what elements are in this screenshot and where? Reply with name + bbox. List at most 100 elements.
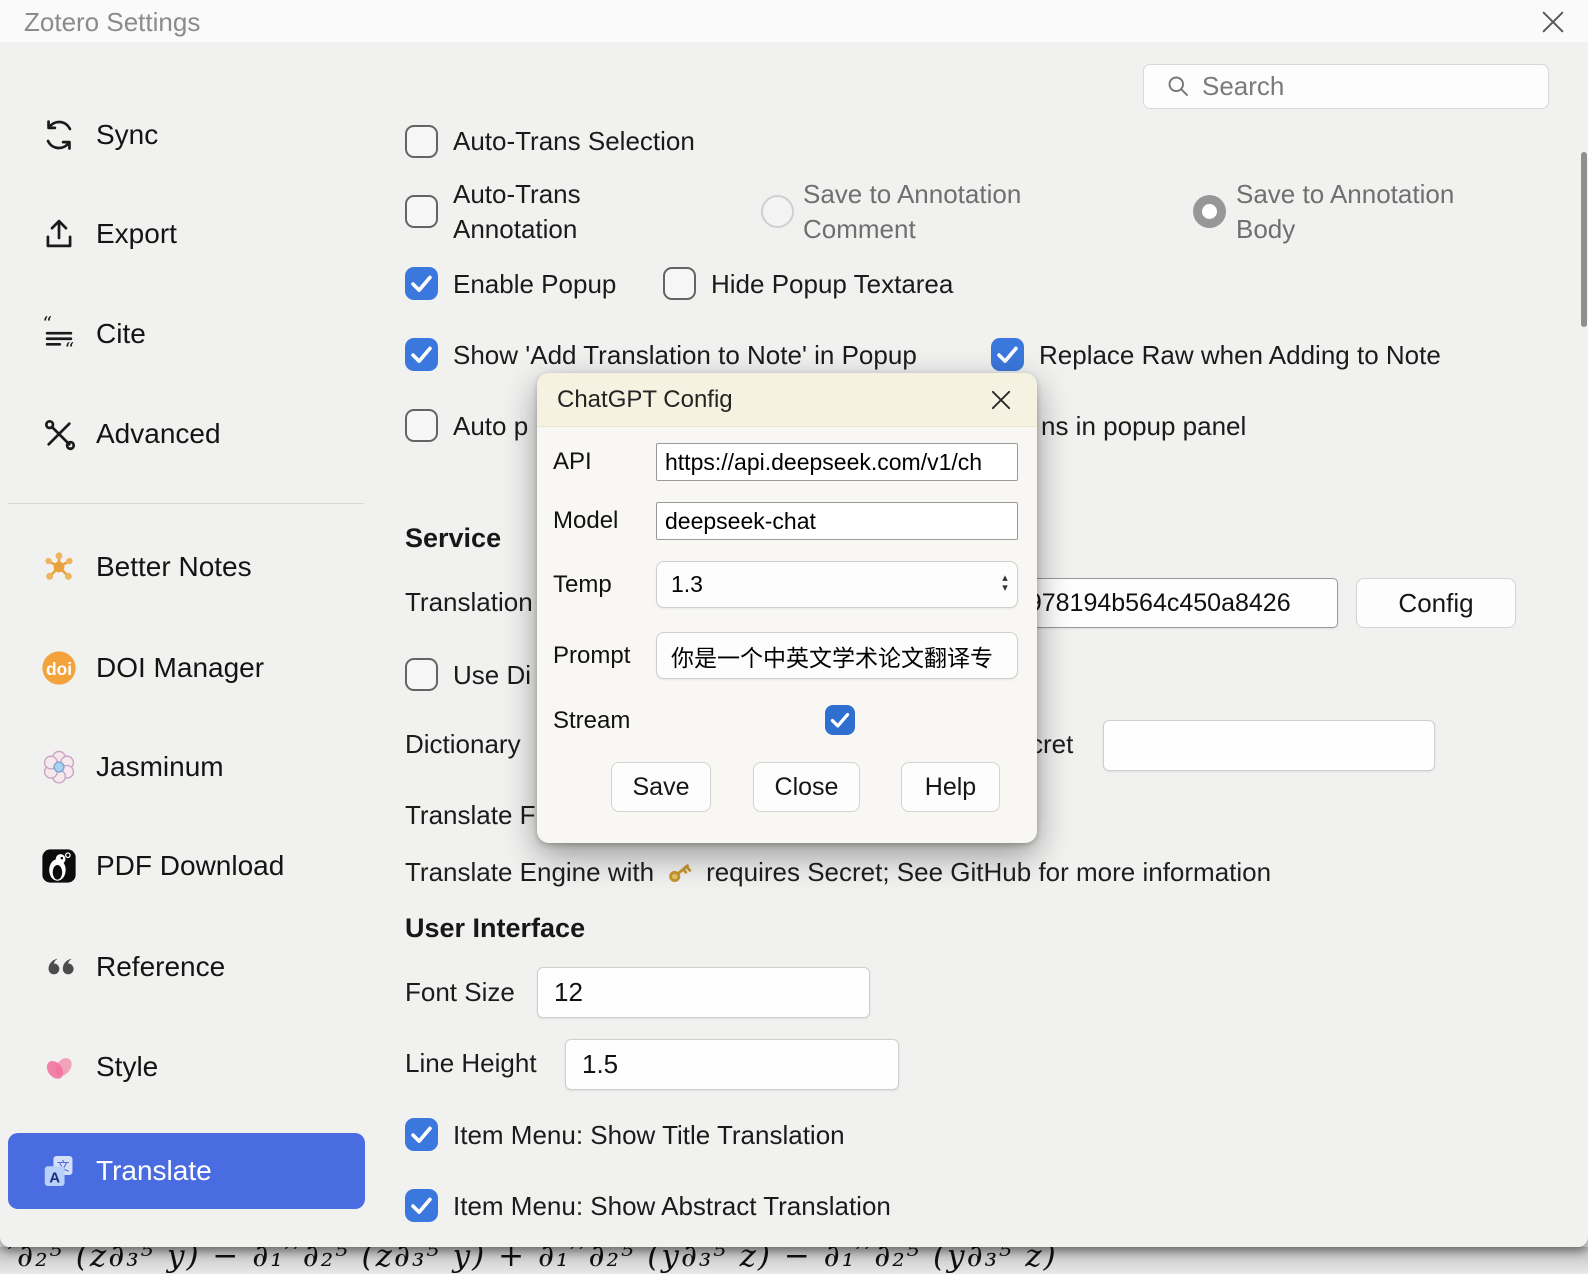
temp-input[interactable] (656, 561, 1018, 608)
temp-spinner[interactable]: ▴▾ (995, 573, 1015, 593)
svg-text:A: A (49, 1169, 60, 1186)
api-input[interactable] (656, 443, 1018, 481)
item-menu-title-label: Item Menu: Show Title Translation (453, 1118, 845, 1152)
sync-icon (40, 116, 78, 154)
stream-checkbox[interactable] (825, 705, 855, 735)
save-to-annotation-comment-radio[interactable] (761, 195, 794, 228)
dictionary-label: Dictionary (405, 727, 521, 761)
font-size-input[interactable] (537, 967, 870, 1018)
stream-label: Stream (553, 705, 630, 737)
quote-icon (40, 948, 78, 986)
save-to-annotation-body-label-line2: Body (1236, 212, 1295, 246)
sidebar-item-cite[interactable]: ““ Cite (8, 298, 365, 370)
cite-icon: ““ (40, 315, 78, 353)
search-input[interactable] (1143, 64, 1549, 109)
save-to-annotation-body-radio[interactable] (1193, 195, 1226, 228)
sidebar-item-advanced[interactable]: Advanced (8, 398, 365, 470)
auto-popup-label-right: ns in popup panel (1041, 409, 1246, 443)
auto-trans-selection-checkbox[interactable] (405, 125, 438, 158)
engine-note: Translate Engine with requires Secret; S… (405, 854, 1271, 890)
sidebar-item-style[interactable]: Style (8, 1031, 365, 1103)
prompt-label: Prompt (553, 640, 630, 672)
sidebar-item-jasminum[interactable]: Jasminum (8, 731, 365, 803)
replace-raw-checkbox[interactable] (991, 338, 1024, 371)
temp-label: Temp (553, 569, 612, 601)
font-size-label: Font Size (405, 975, 515, 1009)
auto-popup-checkbox[interactable] (405, 409, 438, 442)
svg-text:“: “ (65, 339, 75, 353)
screen: ′∂₂⁵ (z∂₃⁵ y) − ∂₁′′∂₂⁵ (z∂₃⁵ y) + ∂₁′′∂… (0, 0, 1588, 1274)
svg-text:“: “ (42, 315, 52, 335)
use-dict-label: Use Di (453, 658, 531, 692)
dialog-titlebar: ChatGPT Config (537, 373, 1037, 427)
config-button[interactable]: Config (1356, 578, 1516, 628)
auto-popup-label-left: Auto p (453, 409, 528, 443)
show-add-translation-label: Show 'Add Translation to Note' in Popup (453, 338, 917, 372)
replace-raw-label: Replace Raw when Adding to Note (1039, 338, 1441, 372)
hide-popup-textarea-checkbox[interactable] (663, 267, 696, 300)
prompt-input[interactable] (656, 632, 1018, 679)
sidebar-divider (8, 503, 364, 504)
dialog-close-button[interactable] (987, 386, 1015, 414)
secret-input[interactable] (1103, 720, 1435, 771)
sidebar-item-better-notes[interactable]: Better Notes (8, 531, 365, 603)
enable-popup-label: Enable Popup (453, 267, 616, 301)
svg-text:doi: doi (46, 659, 72, 679)
line-height-input[interactable] (565, 1039, 899, 1090)
scrollbar-thumb[interactable] (1581, 152, 1587, 327)
service-heading: Service (405, 520, 501, 556)
use-dict-checkbox[interactable] (405, 658, 438, 691)
save-to-annotation-comment-label-line1: Save to Annotation (803, 177, 1021, 211)
sidebar-item-doi-manager[interactable]: doi DOI Manager (8, 632, 365, 704)
sidebar-item-reference[interactable]: Reference (8, 931, 365, 1003)
auto-trans-annotation-label-line2: Annotation (453, 212, 577, 246)
window-titlebar: Zotero Settings (0, 0, 1588, 42)
model-label: Model (553, 505, 618, 537)
petals-icon (40, 1048, 78, 1086)
show-add-translation-checkbox[interactable] (405, 338, 438, 371)
zotero-settings-window: Zotero Settings Sync Export ““ Cite Adva… (0, 0, 1588, 1247)
translate-icon: 文A (40, 1152, 78, 1190)
translation-label: Translation (405, 585, 533, 619)
hide-popup-textarea-label: Hide Popup Textarea (711, 267, 953, 301)
save-button[interactable]: Save (611, 762, 711, 812)
close-icon (987, 386, 1015, 414)
item-menu-abstract-label: Item Menu: Show Abstract Translation (453, 1189, 891, 1223)
search-box (1143, 64, 1549, 109)
sidebar-item-export[interactable]: Export (8, 198, 365, 270)
close-button[interactable]: Close (753, 762, 860, 812)
help-button[interactable]: Help (901, 762, 1000, 812)
flower-icon (40, 748, 78, 786)
api-label: API (553, 446, 592, 478)
sidebar-item-translate[interactable]: 文A Translate (8, 1133, 365, 1209)
spinner-down-icon: ▾ (1002, 583, 1008, 593)
save-to-annotation-comment-label-line2: Comment (803, 212, 916, 246)
window-title: Zotero Settings (24, 7, 200, 38)
line-height-label: Line Height (405, 1046, 537, 1080)
translate-from-label: Translate F (405, 798, 536, 832)
key-icon (664, 856, 696, 888)
dialog-title: ChatGPT Config (557, 386, 733, 414)
item-menu-abstract-checkbox[interactable] (405, 1189, 438, 1222)
doi-icon: doi (40, 649, 78, 687)
advanced-tools-icon (40, 415, 78, 453)
penguin-icon (40, 847, 78, 885)
auto-trans-selection-label: Auto-Trans Selection (453, 124, 695, 158)
model-input[interactable] (656, 502, 1018, 540)
user-interface-heading: User Interface (405, 910, 585, 946)
save-to-annotation-body-label-line1: Save to Annotation (1236, 177, 1454, 211)
auto-trans-annotation-label-line1: Auto-Trans (453, 177, 581, 211)
export-icon (40, 215, 78, 253)
engine-note-text-before: Translate Engine with (405, 857, 654, 888)
engine-note-text-after: requires Secret; See GitHub for more inf… (706, 857, 1271, 888)
sidebar-item-sync[interactable]: Sync (8, 99, 365, 171)
better-notes-icon (40, 548, 78, 586)
auto-trans-annotation-checkbox[interactable] (405, 195, 438, 228)
window-close-button[interactable] (1537, 6, 1569, 38)
close-icon (1537, 6, 1569, 38)
item-menu-title-checkbox[interactable] (405, 1118, 438, 1151)
translation-secret-input[interactable] (1000, 578, 1338, 628)
sidebar-item-pdf-download[interactable]: PDF Download (8, 830, 365, 902)
chatgpt-config-dialog: ChatGPT Config API Model Temp ▴▾ Prompt … (537, 373, 1037, 843)
enable-popup-checkbox[interactable] (405, 267, 438, 300)
